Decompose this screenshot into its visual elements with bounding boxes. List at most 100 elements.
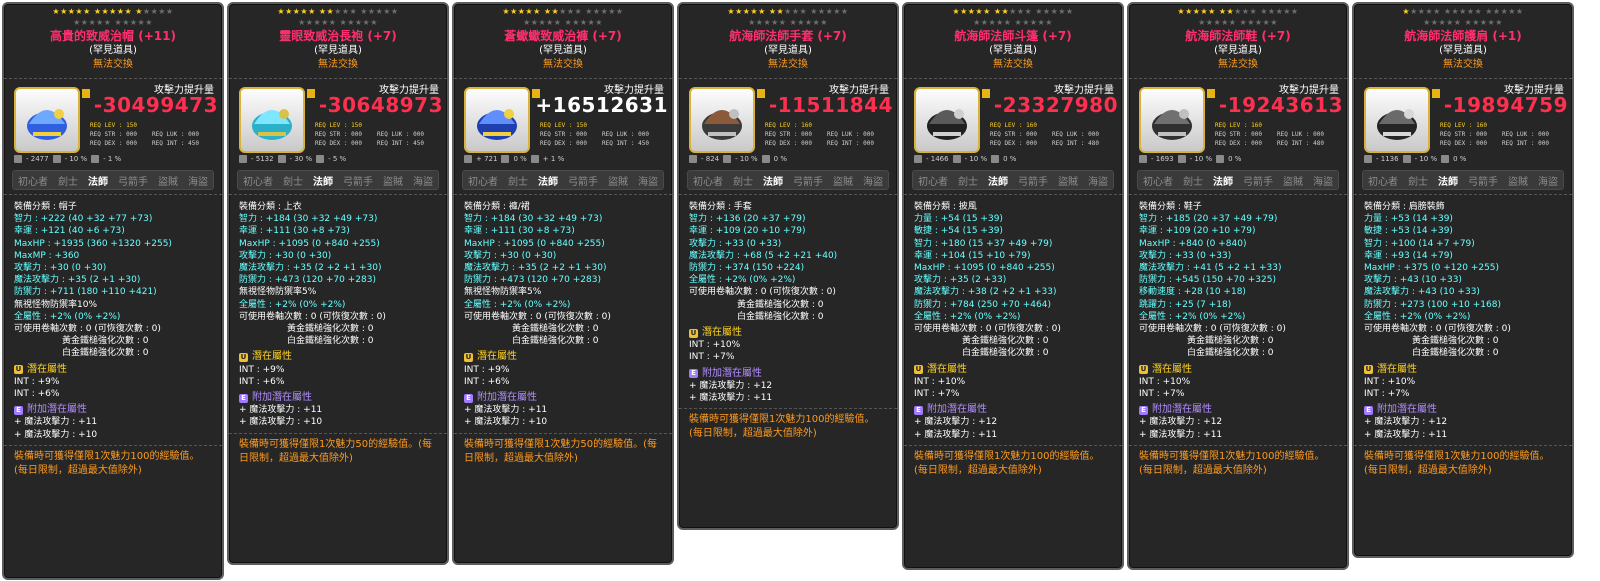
stat-line: 裝備分類 : 上衣 [239, 202, 302, 212]
star-icon: ★ [285, 7, 293, 16]
item-tooltip[interactable]: ★★★★★ ★★★★★ ★★★★★ ★★★★★ ★★★★★ 高貴的致威治帽 (+11… [2, 2, 224, 580]
stat-line: 防禦力 : +473 (120 +70 +283) [239, 275, 376, 286]
additional-potential-icon: E [1364, 405, 1373, 415]
req-stat: REQ INT : 000 [1502, 140, 1549, 147]
attack-gain-value: +16512631 [535, 93, 668, 117]
potential-label: 潛在屬性 [927, 363, 967, 375]
stat-line: 防禦力 : +374 (150 +224) [689, 263, 805, 274]
star-icon: ★ [145, 18, 153, 27]
compare-delta: - 1693 [1151, 155, 1174, 163]
stat-line: 攻擊力 : +30 (0 +30) [14, 263, 107, 274]
compare-delta: - 5132 [251, 155, 274, 163]
req-stat: REQ INT : 480 [1052, 140, 1099, 147]
req-stats: REQ STR : 000 REQ LUK : 000 REQ DEX : 000 R… [315, 130, 439, 148]
stat-line: MaxHP : +1095 (0 +840 +255) [464, 238, 605, 249]
req-stat: REQ STR : 000 [765, 131, 812, 138]
stat-line: 魔法攻擊力 : +43 (10 +33) [1364, 287, 1480, 298]
stat-icon [530, 155, 539, 163]
star-icon: ★ [1003, 18, 1012, 27]
star-icon: ★ [1016, 7, 1025, 16]
additional-potential-line: + 魔法攻擊力 : +11 [914, 429, 998, 440]
rank-flag-icon [1207, 89, 1215, 98]
stat-line: 黃金鐵槌強化次數 : 0 [287, 324, 374, 335]
job-1: 劍士 [508, 176, 528, 188]
stat-line: 跳躍力 : +25 (7 +18) [1139, 299, 1232, 310]
item-tooltip[interactable]: ★★★★★ ★★★★★ ★★★★★ ★★★★★ ★★★★★ 航海師法師手套 (+7)… [677, 2, 899, 530]
job-2: 法師 [1438, 176, 1458, 188]
item-tooltip[interactable]: ★★★★★ ★★★★★ ★★★★★ ★★★★★ ★★★★★ 蒼蠍蠍致威治褲 (+7)… [452, 2, 674, 565]
item-summary: 攻擊力提升量 -30648973 REQ LEV : 150 REQ STR : 00… [229, 78, 447, 166]
job-requirements: 初心者 劍士 法師 弓箭手 盜賊 海盜 [12, 170, 214, 190]
equipment-icon [27, 109, 67, 140]
item-tooltip[interactable]: ★★★★★ ★★★★★ ★★★★★ ★★★★★ ★★★★★ 航海師法師斗篷 (+7)… [902, 2, 1124, 570]
attack-gain-value: -23327980 [993, 93, 1118, 117]
trade-restriction: 無法交換 [768, 59, 808, 70]
item-tooltip[interactable]: ★★★★★ ★★★★★ ★★★★★ ★★★★★ ★★★★★ 航海師法師鞋 (+7)(… [1127, 2, 1349, 570]
req-level: REQ LEV : 150 [90, 122, 137, 129]
star-icon: ★ [799, 7, 808, 16]
stat-icon [277, 155, 286, 163]
stat-line: 白金鐵槌強化次數 : 0 [287, 336, 374, 347]
compare-deltas: - 2477 - 10 % - 1 % [14, 155, 121, 163]
star-icon: ★ [142, 7, 151, 16]
star-icon: ★ [1466, 7, 1475, 16]
stat-line: 幸運 : +121 (40 +6 +73) [14, 226, 125, 237]
star-row: ★★★★★ ★★★★★ ★★★★★ [1354, 6, 1572, 17]
star-row: ★★★★★ ★★★★★ ★★★★★ [229, 6, 447, 17]
stat-line: 魔法攻擊力 : +38 (2 +2 +1 +33) [914, 287, 1057, 298]
potential-icon: U [1364, 365, 1373, 375]
job-4: 盜賊 [608, 176, 628, 188]
req-stat: REQ INT : 480 [1277, 140, 1324, 147]
potential-icon: U [914, 365, 923, 375]
star-icon: ★ [784, 7, 792, 16]
stat-line: MaxHP : +1095 (0 +840 +255) [914, 263, 1055, 274]
star-icon: ★ [1515, 7, 1524, 16]
req-stat: REQ DEX : 000 [990, 140, 1037, 147]
job-3: 弓箭手 [793, 176, 823, 188]
stat-line: 全屬性 : +2% (0% +2%) [689, 275, 796, 286]
item-tooltip[interactable]: ★★★★★ ★★★★★ ★★★★★ ★★★★★ ★★★★★ 航海師法師護肩 (+1)… [1352, 2, 1574, 558]
req-stat: REQ DEX : 000 [1215, 140, 1262, 147]
potential-icon: U [14, 365, 23, 375]
rank-flag-icon [982, 89, 990, 98]
rank-flag-icon [757, 89, 765, 98]
star-icon: ★ [502, 7, 511, 16]
potential-header: U 潛在屬性 [1139, 364, 1337, 376]
req-level: REQ LEV : 160 [990, 122, 1037, 129]
item-tooltip[interactable]: ★★★★★ ★★★★★ ★★★★★ ★★★★★ ★★★★★ 靈眼致威治長袍 (+7)… [227, 2, 449, 565]
star-icon: ★ [328, 18, 337, 27]
item-name: 航海師法師護肩 (+1) [1404, 29, 1522, 43]
star-icon: ★ [1410, 7, 1418, 16]
potential-label: 潛在屬性 [477, 351, 517, 363]
star-icon: ★ [124, 7, 133, 16]
item-rank: (罕見道具) [539, 45, 587, 56]
stat-line: MaxMP : +360 [14, 250, 80, 261]
job-2: 法師 [88, 176, 108, 188]
stat-line: 攻擊力 : +30 (0 +30) [239, 250, 332, 261]
stat-line: MaxHP : +1095 (0 +840 +255) [239, 238, 380, 249]
compare-delta: - 5 % [328, 155, 347, 163]
item-name: 航海師法師手套 (+7) [729, 29, 847, 43]
req-stat: REQ STR : 000 [1440, 131, 1487, 138]
stat-line: 防禦力 : +711 (180 +110 +421) [14, 287, 157, 298]
stat-icon [1441, 155, 1450, 163]
req-level: REQ LEV : 160 [1215, 122, 1262, 129]
req-stat: REQ DEX : 000 [315, 140, 362, 147]
additional-potential-icon: E [689, 369, 698, 379]
additional-potential-line: + 魔法攻擊力 : +12 [1139, 417, 1223, 428]
star-icon: ★ [960, 7, 968, 16]
star-icon: ★ [1241, 7, 1250, 16]
job-requirements: 初心者 劍士 法師 弓箭手 盜賊 海盜 [1137, 170, 1339, 190]
job-2: 法師 [1213, 176, 1233, 188]
stat-line: 攻擊力 : +33 (0 +33) [1139, 250, 1232, 261]
compare-delta: 0 % [1453, 155, 1467, 163]
star-icon: ★ [75, 7, 84, 16]
job-0: 初心者 [468, 176, 498, 188]
item-name: 蒼蠍蠍致威治褲 (+7) [504, 29, 622, 43]
additional-potential-icon: E [914, 405, 923, 415]
req-stat: REQ LUK : 000 [602, 131, 649, 138]
item-rank: (罕見道具) [989, 45, 1037, 56]
star-icon: ★ [354, 18, 363, 27]
star-icon: ★ [1198, 18, 1206, 27]
star-icon: ★ [952, 7, 961, 16]
